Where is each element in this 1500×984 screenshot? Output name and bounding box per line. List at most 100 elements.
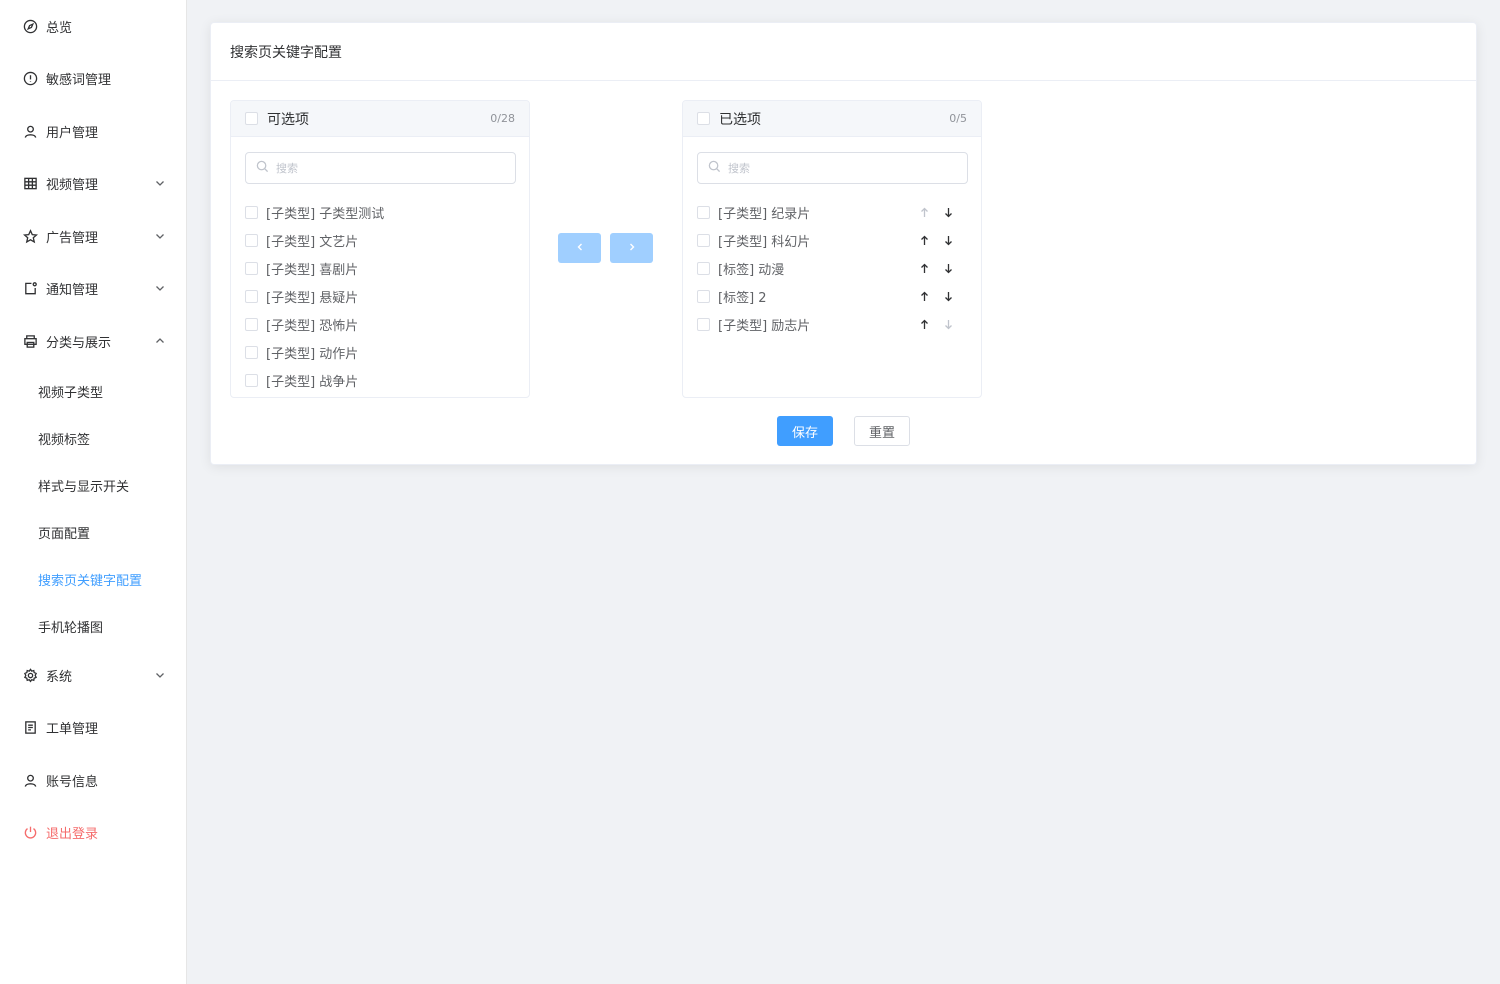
sidebar-item-label: 分类与展示 [46,335,112,351]
item-checkbox[interactable] [245,373,258,387]
item-checkbox[interactable] [245,345,258,359]
sidebar-subitem-label: 搜索页关键字配置 [38,573,143,589]
item-checkbox[interactable] [697,233,710,247]
sidebar-subitem-label: 视频标签 [38,432,91,448]
sidebar-subitem-mobile-carousel[interactable]: 手机轮播图 [0,606,186,646]
panel-title: 已选项 [719,111,761,128]
item-checkbox[interactable] [697,289,710,303]
panel-header: 已选项 0/5 [683,101,981,137]
sidebar-item-users[interactable]: 用户管理 [0,111,186,151]
item-checkbox[interactable] [245,233,258,247]
move-to-right-button[interactable] [610,233,653,263]
sidebar-subitem-label: 视频子类型 [38,385,104,401]
arrow-down-icon[interactable] [941,233,955,247]
star-icon [22,228,38,244]
panel-header: 可选项 0/28 [231,101,529,137]
select-all-checkbox[interactable] [697,112,710,125]
sidebar-subitem-label: 页面配置 [38,526,91,542]
search-input[interactable] [276,161,496,175]
list-item[interactable]: [子类型] 战争片 [245,366,517,394]
item-label: [子类型] 恐怖片 [266,318,359,334]
power-icon [22,824,38,840]
chevron-down-icon [154,282,166,294]
item-checkbox[interactable] [245,289,258,303]
list-item[interactable]: [子类型] 励志片 [697,310,969,338]
grid-icon [22,175,38,191]
sidebar-item-category-display[interactable]: 分类与展示 [0,321,186,361]
sidebar-item-system[interactable]: 系统 [0,655,186,695]
sidebar-subitem-video-subtypes[interactable]: 视频子类型 [0,371,186,411]
list-item[interactable]: [子类型] 动作片 [245,338,517,366]
item-checkbox[interactable] [697,261,710,275]
list-item[interactable]: [标签] 动漫 [697,254,969,282]
arrow-down-icon[interactable] [941,205,955,219]
sidebar-item-sensitive-words[interactable]: 敏感词管理 [0,58,186,98]
config-card: 搜索页关键字配置 可选项 0/28 [子类型] 子类型测试 [子类型] 文艺片 … [210,22,1477,465]
user-icon [22,772,38,788]
sidebar-subitem-page-config[interactable]: 页面配置 [0,512,186,552]
sidebar-subitem-label: 样式与显示开关 [38,479,130,495]
search-input[interactable] [728,161,948,175]
search-input-wrapper [245,152,516,184]
list-item[interactable]: [子类型] 喜剧片 [245,254,517,282]
move-to-left-button[interactable] [558,233,601,263]
list-item[interactable]: [子类型] 纪录片 [697,198,969,226]
sidebar-item-logout[interactable]: 退出登录 [0,812,186,852]
panel-count: 0/5 [949,112,967,125]
sidebar-subitem-video-tags[interactable]: 视频标签 [0,418,186,458]
item-checkbox[interactable] [697,317,710,331]
arrow-up-icon[interactable] [917,233,931,247]
arrow-up-icon[interactable] [917,289,931,303]
item-checkbox[interactable] [245,205,258,219]
arrow-down-icon[interactable] [941,261,955,275]
select-all-checkbox[interactable] [245,112,258,125]
sidebar-item-notifications[interactable]: 通知管理 [0,268,186,308]
option-list: [子类型] 子类型测试 [子类型] 文艺片 [子类型] 喜剧片 [子类型] 悬疑… [245,198,517,394]
sidebar-subitem-search-keywords[interactable]: 搜索页关键字配置 [0,559,186,599]
list-item[interactable]: [子类型] 科幻片 [697,226,969,254]
printer-icon [22,333,38,349]
list-item[interactable]: [子类型] 悬疑片 [245,282,517,310]
sidebar-item-overview[interactable]: 总览 [0,6,186,46]
sidebar-item-label: 总览 [46,20,73,36]
arrow-down-icon [941,317,955,331]
chevron-down-icon [154,177,166,189]
chevron-down-icon [154,230,166,242]
item-label: [标签] 2 [718,290,767,306]
item-checkbox[interactable] [245,317,258,331]
transfer-panel-right: 已选项 0/5 [子类型] 纪录片 [子类型] 科幻片 [682,100,982,398]
sidebar-item-label: 工单管理 [46,721,99,737]
main-content: 搜索页关键字配置 可选项 0/28 [子类型] 子类型测试 [子类型] 文艺片 … [188,0,1500,984]
item-label: [子类型] 子类型测试 [266,206,385,222]
search-icon [256,160,269,177]
sidebar-subitem-label: 手机轮播图 [38,620,104,636]
sidebar: 总览 敏感词管理 用户管理 视频管理 广告管理 通知管理 分类与展示 视频子类型… [0,0,187,984]
item-label: [子类型] 战争片 [266,374,359,390]
compass-icon [22,18,38,34]
list-item[interactable]: [子类型] 子类型测试 [245,198,517,226]
sidebar-item-account[interactable]: 账号信息 [0,760,186,800]
list-item[interactable]: [标签] 2 [697,282,969,310]
item-checkbox[interactable] [245,261,258,275]
card-title: 搜索页关键字配置 [211,23,1476,81]
reset-button[interactable]: 重置 [854,416,910,446]
item-checkbox[interactable] [697,205,710,219]
save-button[interactable]: 保存 [777,416,833,446]
arrow-up-icon[interactable] [917,261,931,275]
sidebar-item-label: 账号信息 [46,774,99,790]
chevron-left-icon [575,241,585,256]
chevron-right-icon [627,241,637,256]
list-item[interactable]: [子类型] 文艺片 [245,226,517,254]
list-item[interactable]: [子类型] 恐怖片 [245,310,517,338]
item-label: [子类型] 喜剧片 [266,262,359,278]
sidebar-item-videos[interactable]: 视频管理 [0,163,186,203]
sidebar-item-tickets[interactable]: 工单管理 [0,707,186,747]
item-label: [子类型] 励志片 [718,318,811,334]
sidebar-subitem-style-display-switch[interactable]: 样式与显示开关 [0,465,186,505]
sidebar-item-label: 用户管理 [46,125,99,141]
search-icon [708,160,721,177]
arrow-up-icon[interactable] [917,317,931,331]
sidebar-item-ads[interactable]: 广告管理 [0,216,186,256]
arrow-down-icon[interactable] [941,289,955,303]
document-icon [22,719,38,735]
